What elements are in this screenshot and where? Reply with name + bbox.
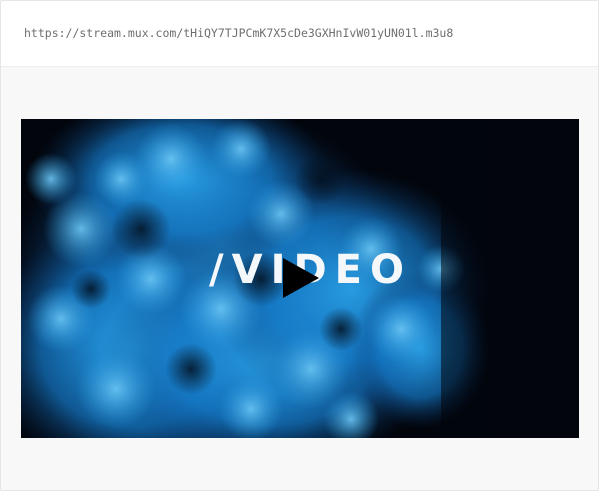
stream-url-bar: https://stream.mux.com/tHiQY7TJPCmK7X5cD… (1, 1, 598, 67)
video-player[interactable]: /VIDEO (21, 119, 579, 438)
play-button[interactable] (283, 258, 319, 298)
stream-url: https://stream.mux.com/tHiQY7TJPCmK7X5cD… (24, 26, 454, 40)
play-icon (283, 258, 319, 298)
page-frame: https://stream.mux.com/tHiQY7TJPCmK7X5cD… (0, 0, 599, 491)
